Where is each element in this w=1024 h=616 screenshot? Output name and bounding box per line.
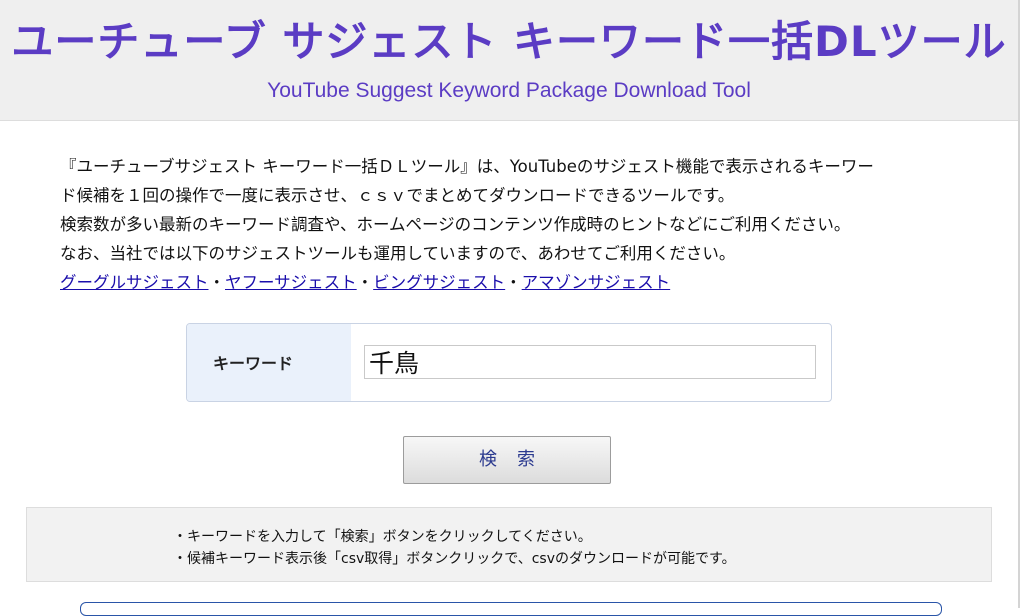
page-title: ユーチューブ サジェスト キーワード一括DLツール <box>11 17 1007 66</box>
link-bing-suggest[interactable]: ビングサジェスト <box>373 273 505 292</box>
intro-line: ド候補を１回の操作で一度に表示させ、ｃｓｖでまとめてダウンロードできるツールです… <box>60 186 735 205</box>
results-panel-edge <box>80 602 942 616</box>
keyword-input[interactable] <box>364 345 816 379</box>
link-yahoo-suggest[interactable]: ヤフーサジェスト <box>225 273 357 292</box>
keyword-label: キーワード <box>213 354 294 373</box>
keyword-label-cell: キーワード <box>187 324 351 401</box>
intro-line: 検索数が多い最新のキーワード調査や、ホームページのコンテンツ作成時のヒントなどに… <box>60 215 851 234</box>
link-amazon-suggest[interactable]: アマゾンサジェスト <box>522 273 671 292</box>
link-separator: ・ <box>356 273 374 292</box>
page-frame: ユーチューブ サジェスト キーワード一括DLツール YouTube Sugges… <box>0 0 1020 616</box>
search-button[interactable]: 検索 <box>403 436 611 484</box>
link-google-suggest[interactable]: グーグルサジェスト <box>60 273 209 292</box>
suggest-links: グーグルサジェスト・ヤフーサジェスト・ビングサジェスト・アマゾンサジェスト <box>60 268 960 297</box>
instructions-box: ・キーワードを入力して「検索」ボタンをクリックしてください。 ・候補キーワード表… <box>26 507 992 582</box>
link-separator: ・ <box>208 273 226 292</box>
link-separator: ・ <box>505 273 522 292</box>
keyword-form: キーワード <box>186 323 832 402</box>
instruction-line: ・キーワードを入力して「検索」ボタンをクリックしてください。 <box>173 529 592 545</box>
instruction-line: ・候補キーワード表示後「csv取得」ボタンクリックで、csvのダウンロードが可能… <box>173 551 736 567</box>
intro-text: 『ユーチューブサジェスト キーワード一括ＤＬツール』は、YouTubeのサジェス… <box>60 152 960 297</box>
intro-line: 『ユーチューブサジェスト キーワード一括ＤＬツール』は、YouTubeのサジェス… <box>60 157 874 176</box>
page-subtitle: YouTube Suggest Keyword Package Download… <box>267 79 751 102</box>
page-header: ユーチューブ サジェスト キーワード一括DLツール YouTube Sugges… <box>0 0 1018 121</box>
intro-line: なお、当社では以下のサジェストツールも運用していますので、あわせてご利用ください… <box>60 244 736 263</box>
